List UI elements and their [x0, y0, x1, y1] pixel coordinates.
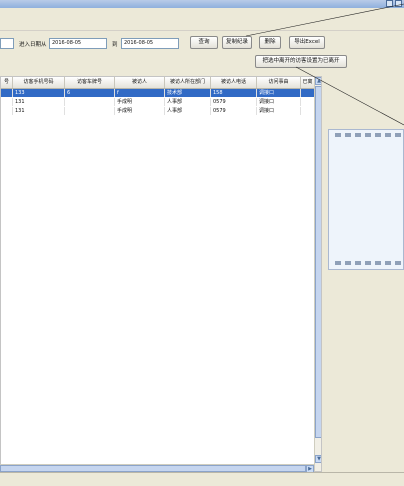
annotation-lines [245, 3, 404, 126]
callout-line-top [245, 3, 404, 37]
status-bar [0, 472, 404, 486]
callout-line-bottom [295, 66, 404, 126]
